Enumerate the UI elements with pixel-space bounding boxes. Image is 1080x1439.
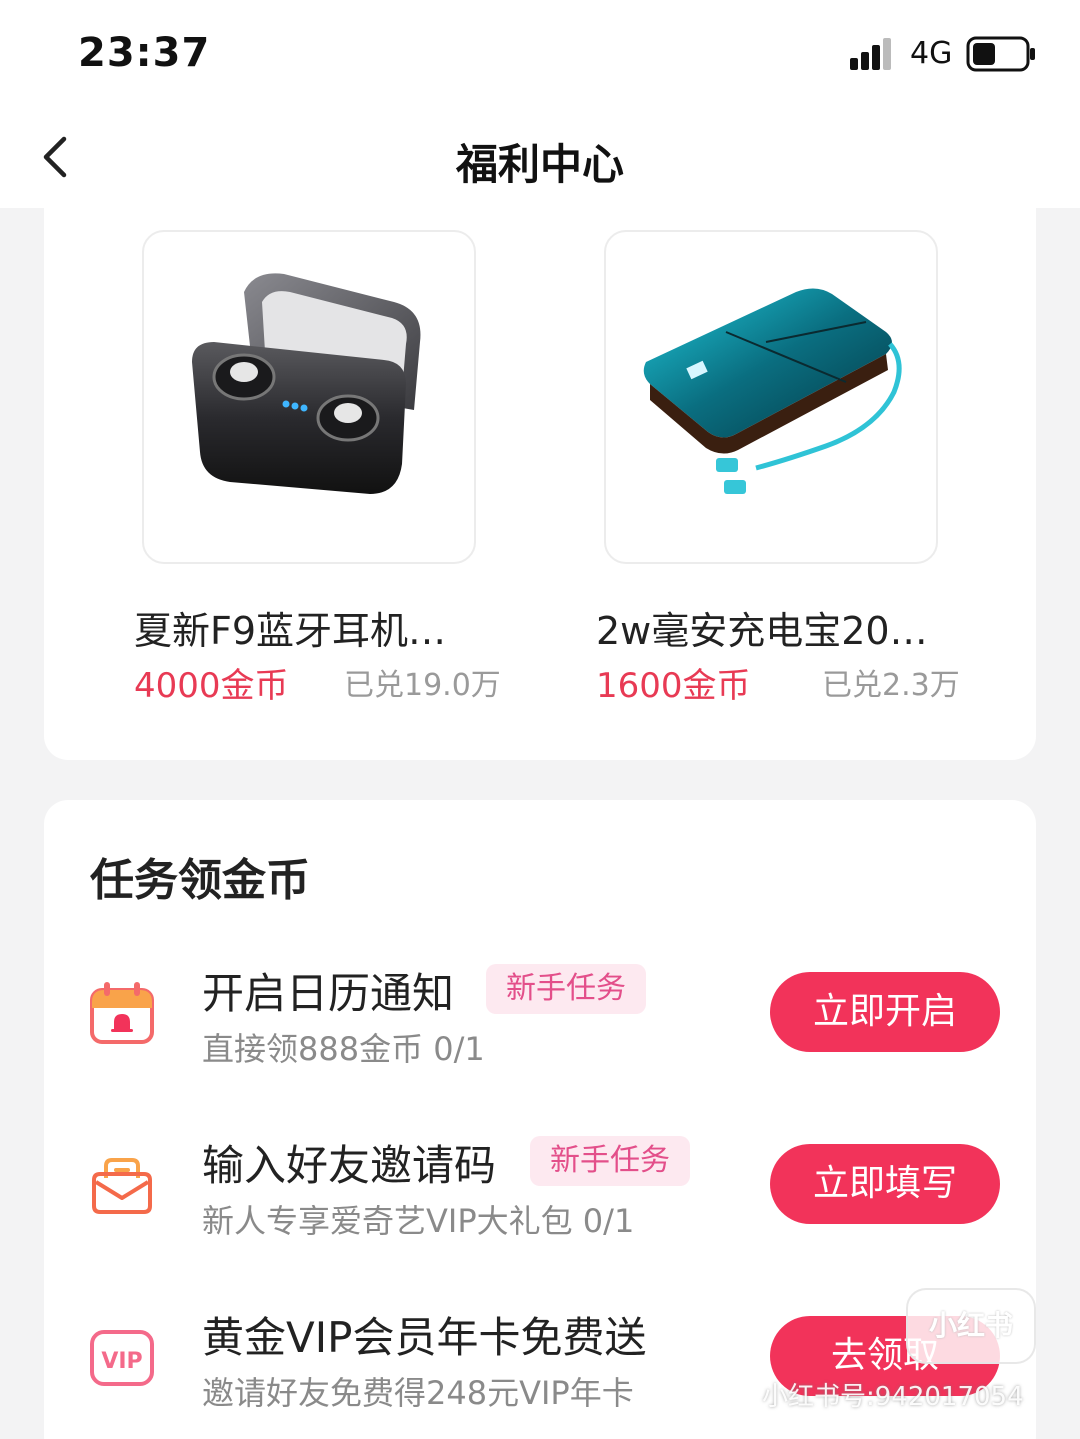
product-sold-count: 已兑2.3万 (822, 668, 960, 703)
product-sold-count: 已兑19.0万 (344, 668, 501, 703)
task-description: 直接领888金币 0/1 (202, 1030, 485, 1068)
task-item: 输入好友邀请码 新手任务 新人专享爱奇艺VIP大礼包 0/1 立即填写 (44, 1132, 1036, 1262)
svg-text:VIP: VIP (101, 1349, 142, 1374)
product-card[interactable]: 夏新F9蓝牙耳机… 4000金币 已兑19.0万 (134, 208, 534, 708)
enable-calendar-button[interactable]: 立即开启 (770, 972, 1000, 1052)
calendar-bell-icon (90, 982, 154, 1044)
task-title: 输入好友邀请码 (202, 1141, 497, 1190)
battery-icon (966, 36, 1035, 72)
tasks-card: 任务领金币 开启日历通知 新手任务 直接领888金币 0/1 立即开启 输入好友… (44, 800, 1036, 1439)
product-price: 1600金币 (596, 666, 751, 706)
envelope-icon (92, 1158, 152, 1214)
status-time: 23:37 (78, 30, 211, 76)
task-title: 黄金VIP会员年卡免费送 (202, 1313, 647, 1362)
section-title: 任务领金币 (90, 855, 310, 906)
watermark-text: 小红书号:942017054 (762, 1382, 1024, 1412)
product-card[interactable]: 2w毫安充电宝20… 1600金币 已兑2.3万 (596, 208, 996, 708)
fill-invite-code-button[interactable]: 立即填写 (770, 1144, 1000, 1224)
product-name: 2w毫安充电宝20… (596, 609, 928, 653)
vip-badge-icon: VIP (90, 1330, 154, 1386)
task-item: 开启日历通知 新手任务 直接领888金币 0/1 立即开启 (44, 960, 1036, 1090)
task-tag: 新手任务 (530, 1136, 690, 1186)
nav-bar: 福利中心 (0, 105, 1080, 208)
product-name: 夏新F9蓝牙耳机… (134, 609, 447, 653)
network-label: 4G (910, 36, 953, 71)
power-bank-image (604, 230, 938, 564)
products-card: 夏新F9蓝牙耳机… 4000金币 已兑19.0万 2w毫安充电宝20… 1600… (44, 208, 1036, 760)
status-bar: 23:37 4G (0, 0, 1080, 105)
task-description: 新人专享爱奇艺VIP大礼包 0/1 (202, 1202, 635, 1240)
cellular-signal-icon (850, 38, 891, 70)
task-title: 开启日历通知 (202, 969, 455, 1018)
wireless-earbuds-image (142, 230, 476, 564)
product-price: 4000金币 (134, 666, 289, 706)
page-title: 福利中心 (455, 140, 624, 189)
task-description: 邀请好友免费得248元VIP年卡 (202, 1374, 634, 1412)
watermark-logo: 小红书 (906, 1288, 1036, 1364)
task-tag: 新手任务 (486, 964, 646, 1014)
task-item: VIP 黄金VIP会员年卡免费送 邀请好友免费得248元VIP年卡 去领取 (44, 1304, 1036, 1434)
